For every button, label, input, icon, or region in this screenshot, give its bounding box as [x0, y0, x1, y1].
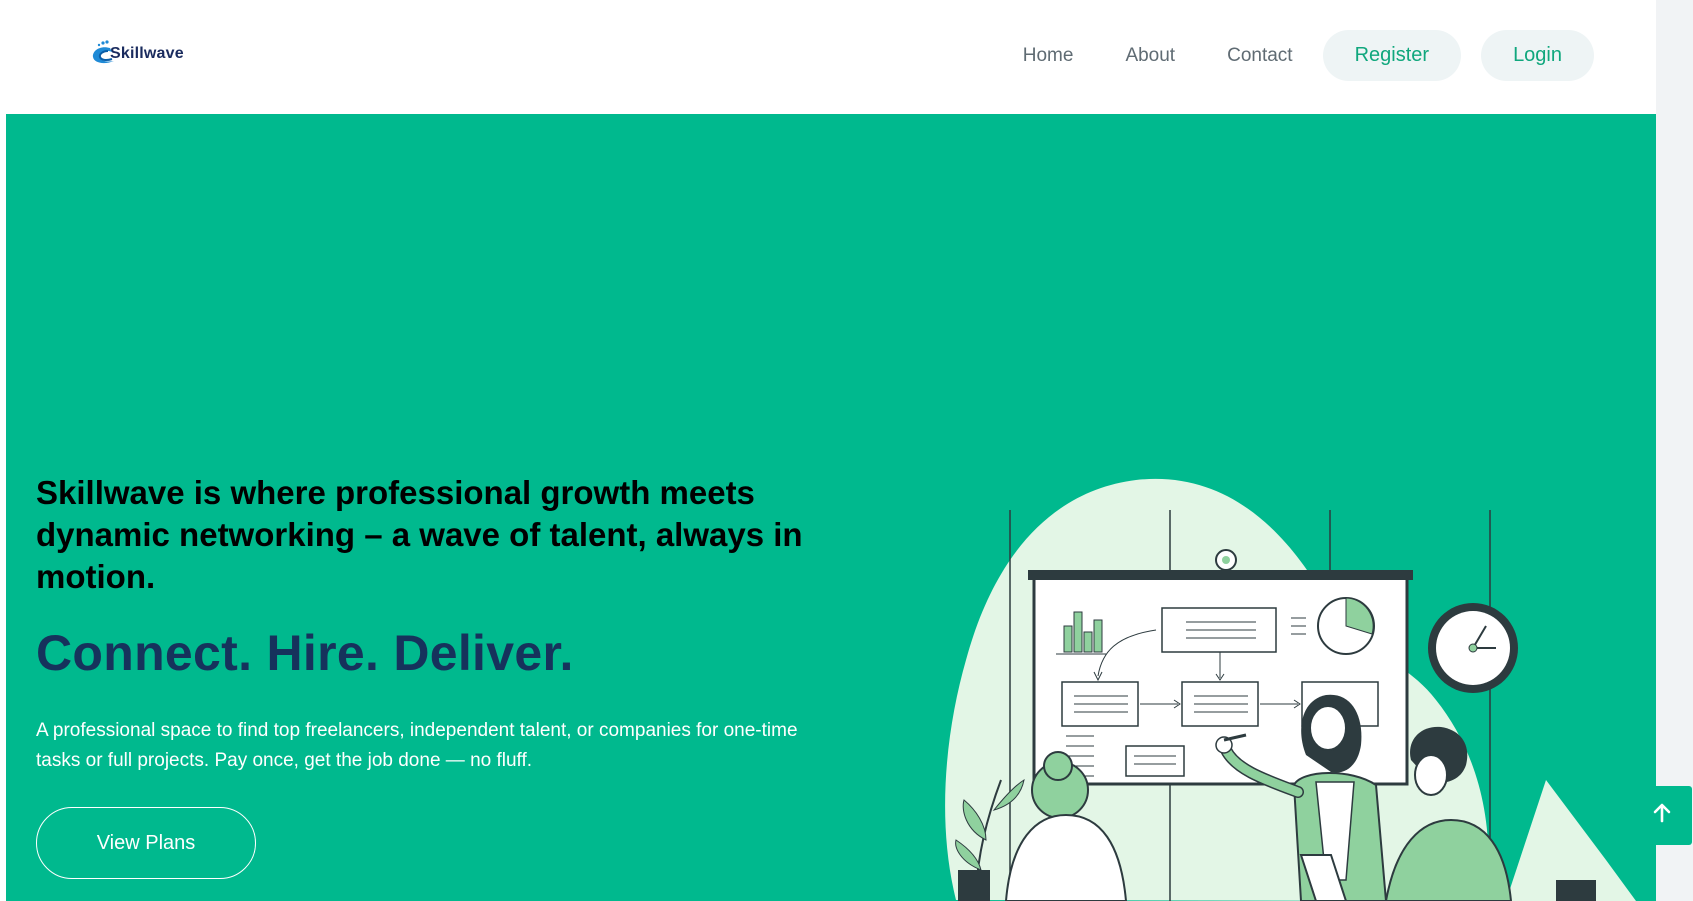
page: Skillwave Home About Contact Register Lo… — [0, 0, 1693, 901]
wave-logo-icon — [88, 39, 124, 69]
main-nav: Home About Contact Register Login — [997, 30, 1594, 81]
view-plans-button[interactable]: View Plans — [36, 807, 256, 879]
login-button[interactable]: Login — [1481, 30, 1594, 81]
scrollbar-track[interactable] — [1656, 0, 1693, 901]
register-button[interactable]: Register — [1322, 30, 1462, 81]
logo[interactable]: Skillwave — [88, 38, 238, 70]
team-meeting-illustration — [945, 478, 1636, 901]
hero-section: Skillwave is where professional growth m… — [6, 114, 1656, 901]
nav-about[interactable]: About — [1099, 45, 1201, 67]
nav-contact[interactable]: Contact — [1201, 45, 1318, 67]
hero-heading: Skillwave is where professional growth m… — [36, 474, 803, 595]
hero-description: A professional space to find top freelan… — [36, 720, 798, 771]
arrow-up-icon — [1650, 801, 1674, 830]
hero-tagline: Connect. Hire. Deliver. — [36, 625, 574, 681]
scroll-to-top-button[interactable] — [1632, 786, 1692, 845]
nav-home[interactable]: Home — [997, 45, 1100, 67]
site-header: Skillwave Home About Contact Register Lo… — [6, 0, 1656, 114]
